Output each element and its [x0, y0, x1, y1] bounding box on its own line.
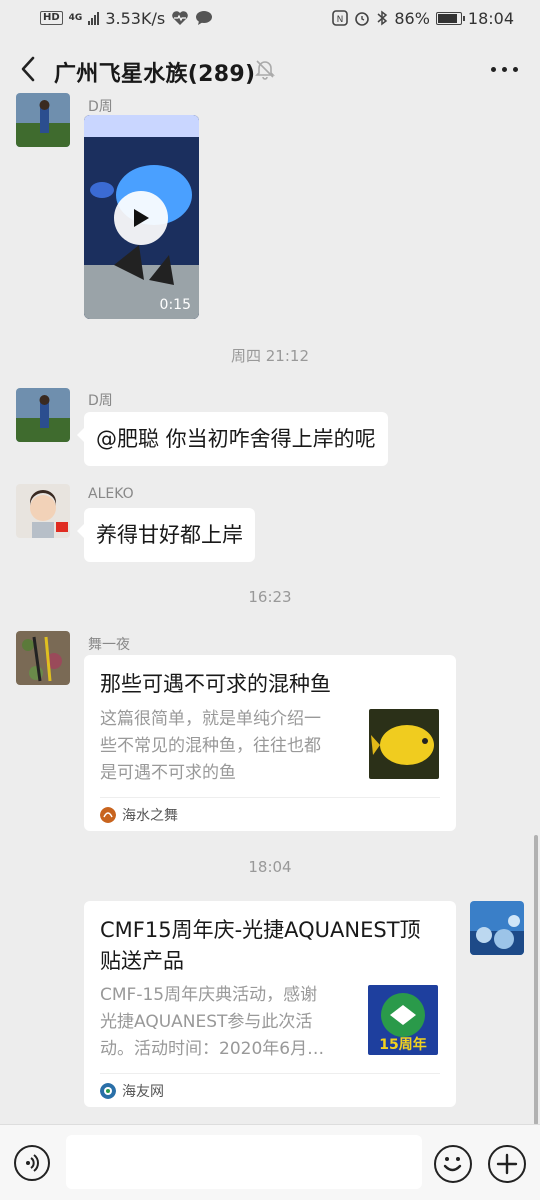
input-bar	[0, 1124, 540, 1200]
article-title: 那些可遇不可求的混种鱼	[100, 672, 331, 696]
svg-text:N: N	[337, 15, 344, 25]
more-functions-button[interactable]	[488, 1145, 526, 1183]
back-icon	[21, 56, 35, 82]
article-source: 海水之舞	[100, 805, 178, 825]
article-thumbnail	[369, 709, 439, 779]
hd-indicator: HD	[40, 11, 63, 25]
battery-icon	[435, 11, 465, 25]
voice-icon	[26, 1154, 39, 1172]
alarm-icon	[355, 12, 370, 26]
article-title: CMF15周年庆-光捷AQUANEST顶 贴送产品	[100, 918, 421, 973]
text-message-bubble[interactable]: 养得甘好都上岸	[77, 508, 255, 562]
clock: 18:04	[467, 8, 514, 28]
timestamp: 16:23	[248, 588, 292, 606]
article-description: CMF-15周年庆典活动，感谢 光捷AQUANEST参与此次活 动。活动时间：2…	[100, 985, 325, 1059]
svg-text:15周年: 15周年	[379, 1036, 426, 1053]
sender-name: D周	[88, 393, 113, 409]
chat-title: 广州飞星水族(289)	[54, 62, 256, 87]
nfc-icon: N	[332, 10, 349, 26]
video-duration: 0:15	[159, 297, 191, 313]
emoji-icon	[443, 1157, 462, 1172]
sender-name: D周	[88, 99, 113, 115]
status-bar: HD 4G 3.53K/s N 86% 18:04	[0, 0, 540, 36]
avatar-aleko[interactable]	[16, 484, 70, 538]
avatar-self[interactable]	[470, 901, 524, 955]
mute-bell-icon	[255, 60, 275, 80]
timestamp: 18:04	[248, 858, 292, 876]
more-icon	[490, 66, 496, 72]
plus-icon	[496, 1153, 518, 1175]
source-logo-icon	[100, 1083, 116, 1099]
video-message[interactable]: 0:15	[84, 115, 199, 319]
source-logo-icon	[100, 807, 116, 823]
article-card[interactable]: CMF15周年庆-光捷AQUANEST顶 贴送产品 CMF-15周年庆典活动，感…	[84, 901, 456, 1107]
avatar-d-zhou[interactable]	[16, 93, 70, 147]
play-icon	[134, 209, 149, 227]
play-button[interactable]	[114, 191, 168, 245]
timestamp: 周四 21:12	[231, 347, 309, 365]
article-card[interactable]: 那些可遇不可求的混种鱼 这篇很简单，就是单纯介绍一 些不常见的混种鱼，往往也都 …	[84, 655, 456, 831]
bluetooth-icon	[377, 10, 388, 26]
article-source: 海友网	[100, 1081, 164, 1101]
back-button[interactable]	[14, 53, 42, 85]
article-description: 这篇很简单，就是单纯介绍一 些不常见的混种鱼，往往也都 是可遇不可求的鱼	[100, 709, 321, 783]
sender-name: 舞一夜	[88, 637, 130, 653]
signal-icon	[88, 11, 100, 25]
sender-name: ALEKO	[88, 486, 134, 502]
network-type: 4G	[68, 12, 83, 23]
health-icon	[172, 11, 188, 25]
voice-button[interactable]	[14, 1145, 50, 1181]
avatar-wu-yi-ye[interactable]	[16, 631, 70, 685]
scrollbar[interactable]	[534, 835, 538, 1125]
avatar-d-zhou[interactable]	[16, 388, 70, 442]
battery-percent: 86%	[394, 8, 430, 28]
chat-header: 广州飞星水族(289)	[0, 36, 540, 102]
message-input[interactable]	[66, 1135, 422, 1189]
article-thumbnail: 15周年	[368, 985, 438, 1055]
message-notification-icon	[196, 11, 213, 25]
text-message-bubble[interactable]: @肥聪 你当初咋舍得上岸的呢	[77, 412, 388, 466]
more-button[interactable]	[484, 57, 524, 81]
network-speed: 3.53K/s	[105, 8, 166, 28]
emoji-button[interactable]	[434, 1145, 472, 1183]
